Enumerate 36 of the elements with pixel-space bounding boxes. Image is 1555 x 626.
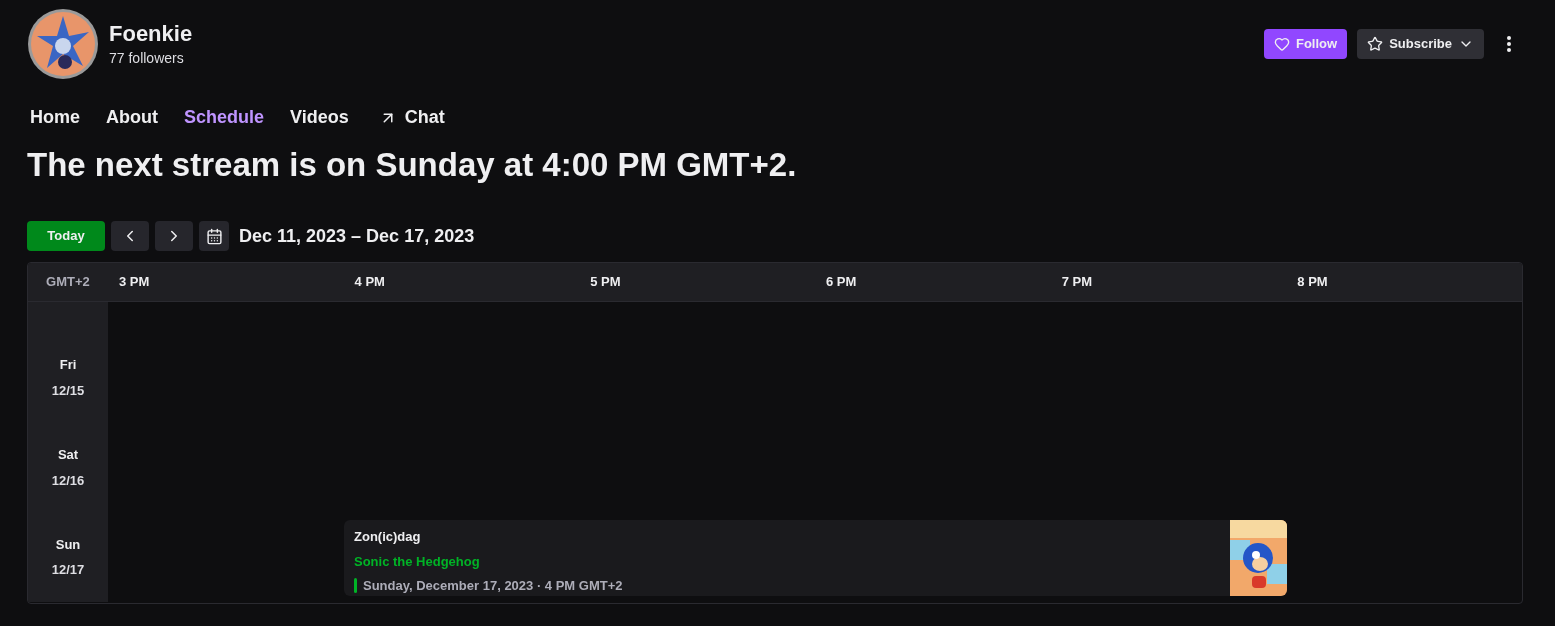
nav-tab[interactable]: Schedule [184,104,265,131]
hour-label: 8 PM [1296,273,1329,292]
category-link[interactable]: Sonic the Hedgehog [354,551,623,571]
hour-label: 4 PM [353,273,386,292]
day-name: Sat [57,446,79,464]
star-icon [1367,36,1384,52]
follower-count: 77 followers [109,48,185,68]
hour-label: 7 PM [1060,273,1093,292]
channel-name: Foenkie [109,19,193,48]
follow-button[interactable]: Follow [1263,29,1348,59]
nav-tab[interactable]: About [106,104,158,131]
chat-link[interactable]: Chat [378,104,445,131]
day-date: 12/17 [51,561,85,580]
hour-label: 6 PM [824,273,858,292]
day-date: 12/15 [51,381,85,400]
today-button[interactable]: Today [27,221,105,251]
nav-tab[interactable]: Home [30,104,80,131]
stream-title: Zon(ic)dag [354,528,422,546]
calendar-icon [205,227,223,245]
heart-icon [1273,36,1290,52]
subscribe-button[interactable]: Subscribe [1357,29,1484,59]
date-range: Dec 11, 2023 – Dec 17, 2023 [239,224,475,248]
hour-label: 3 PM [117,273,151,292]
more-icon [1507,36,1511,52]
day-date: 12/16 [51,471,85,490]
hour-label: 5 PM [589,273,622,292]
next-button[interactable] [155,221,193,251]
day-name: Fri [59,356,77,375]
stream-card[interactable]: Zon(ic)dag Sonic the Hedgehog Sunday, December 17, 2023 · 4 PM GMT+2 [344,520,1287,596]
timezone-label: GMT+2 [45,273,91,292]
avatar-icon [27,8,99,80]
calendar-button[interactable] [199,221,229,251]
day-name: Sun [55,535,81,554]
page-heading: The next stream is on Sunday at 4:00 PM GMT+2. [27,145,798,185]
nav-tab[interactable]: Videos [290,104,349,131]
stream-time: Sunday, December 17, 2023 · 4 PM GMT+2 [363,577,623,595]
